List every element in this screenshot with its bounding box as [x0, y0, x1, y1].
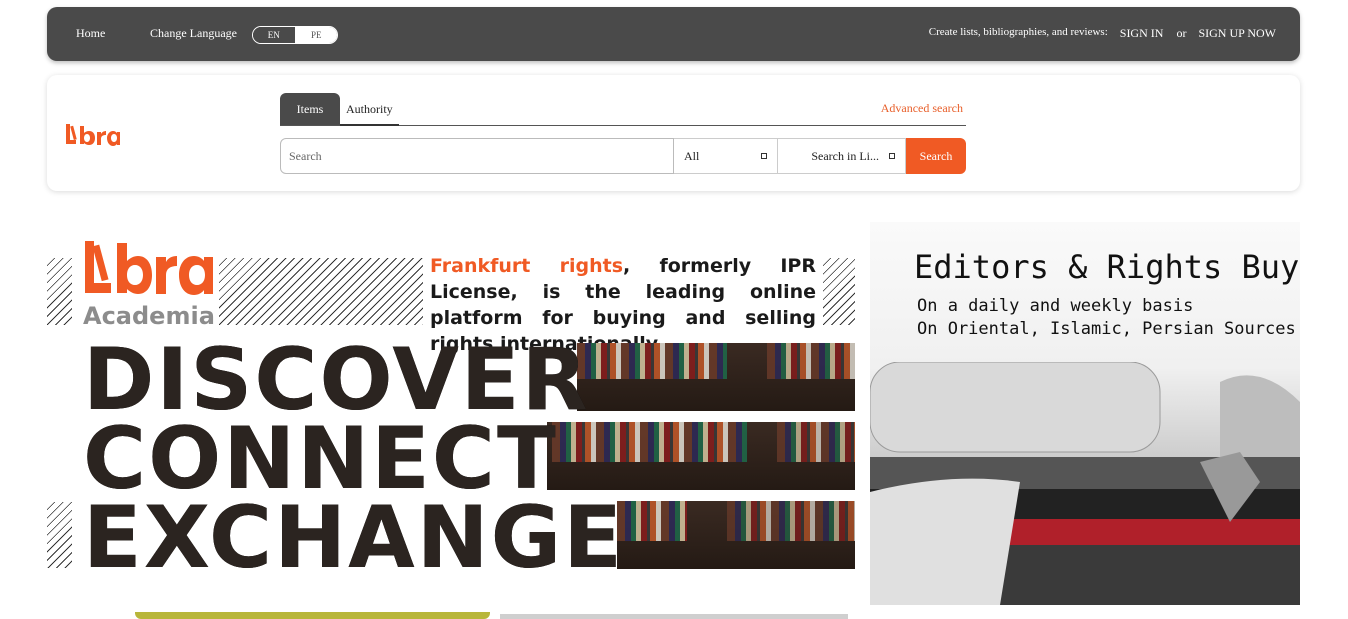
language-toggle[interactable]: EN PE [252, 26, 338, 44]
hero-banner-left[interactable]: Academia Frankfurt rights, formerly IPR … [47, 222, 855, 581]
next-banner-edge [500, 614, 848, 619]
lang-pe-option[interactable]: PE [295, 27, 337, 43]
decorative-stripes [47, 502, 72, 568]
tab-items[interactable]: Items [280, 93, 340, 125]
field-select[interactable]: Search in Li... [778, 138, 906, 174]
scope-select[interactable]: All [674, 138, 778, 174]
tab-authority[interactable]: Authority [340, 93, 399, 126]
bookshelf-photo [727, 501, 855, 541]
next-banner-edge [135, 612, 490, 619]
or-separator: or [1176, 26, 1187, 40]
account-cta-text: Create lists, bibliographies, and review… [928, 26, 1108, 38]
typewriter-illustration [870, 362, 1300, 605]
chevron-down-icon [761, 153, 767, 159]
home-link[interactable]: Home [76, 26, 105, 41]
decorative-stripes [219, 258, 423, 325]
frankfurt-rights-highlight: Frankfurt rights [430, 255, 624, 277]
decorative-stripes [823, 258, 855, 325]
search-tabs: Items Authority Advanced search [280, 93, 966, 126]
libra-logo[interactable] [64, 122, 120, 146]
bookshelf-photo [617, 501, 687, 541]
search-input[interactable] [280, 138, 674, 174]
search-button[interactable]: Search [906, 138, 966, 174]
editors-line-2: On Oriental, Islamic, Persian Sources [917, 319, 1296, 339]
change-language-label: Change Language [150, 26, 237, 40]
bookshelf-photo [577, 343, 727, 379]
top-navbar: Home Change Language EN PE Create lists,… [47, 7, 1300, 61]
hero-banner-right[interactable]: Editors & Rights Buye On a daily and wee… [870, 222, 1300, 605]
search-card: Items Authority Advanced search All Sear… [47, 75, 1300, 191]
academia-label: Academia [83, 302, 215, 330]
account-links: Create lists, bibliographies, and review… [929, 26, 1276, 41]
bookshelf-photo [767, 343, 855, 379]
lang-en-option[interactable]: EN [253, 27, 296, 43]
decorative-stripes [47, 258, 72, 325]
editors-line-1: On a daily and weekly basis [917, 296, 1194, 316]
libra-academia-logo [85, 241, 213, 295]
sign-in-link[interactable]: SIGN IN [1120, 26, 1164, 41]
bookshelf-photo [777, 422, 855, 462]
exchange-word: EXCHANGE [83, 488, 624, 588]
chevron-down-icon [889, 153, 895, 159]
sign-up-link[interactable]: SIGN UP NOW [1198, 26, 1276, 41]
field-select-value: Search in Li... [811, 148, 879, 163]
search-row: All Search in Li... Search [280, 138, 966, 174]
scope-select-value: All [684, 148, 700, 163]
editors-title: Editors & Rights Buye [914, 248, 1300, 286]
advanced-search-link[interactable]: Advanced search [881, 101, 963, 116]
